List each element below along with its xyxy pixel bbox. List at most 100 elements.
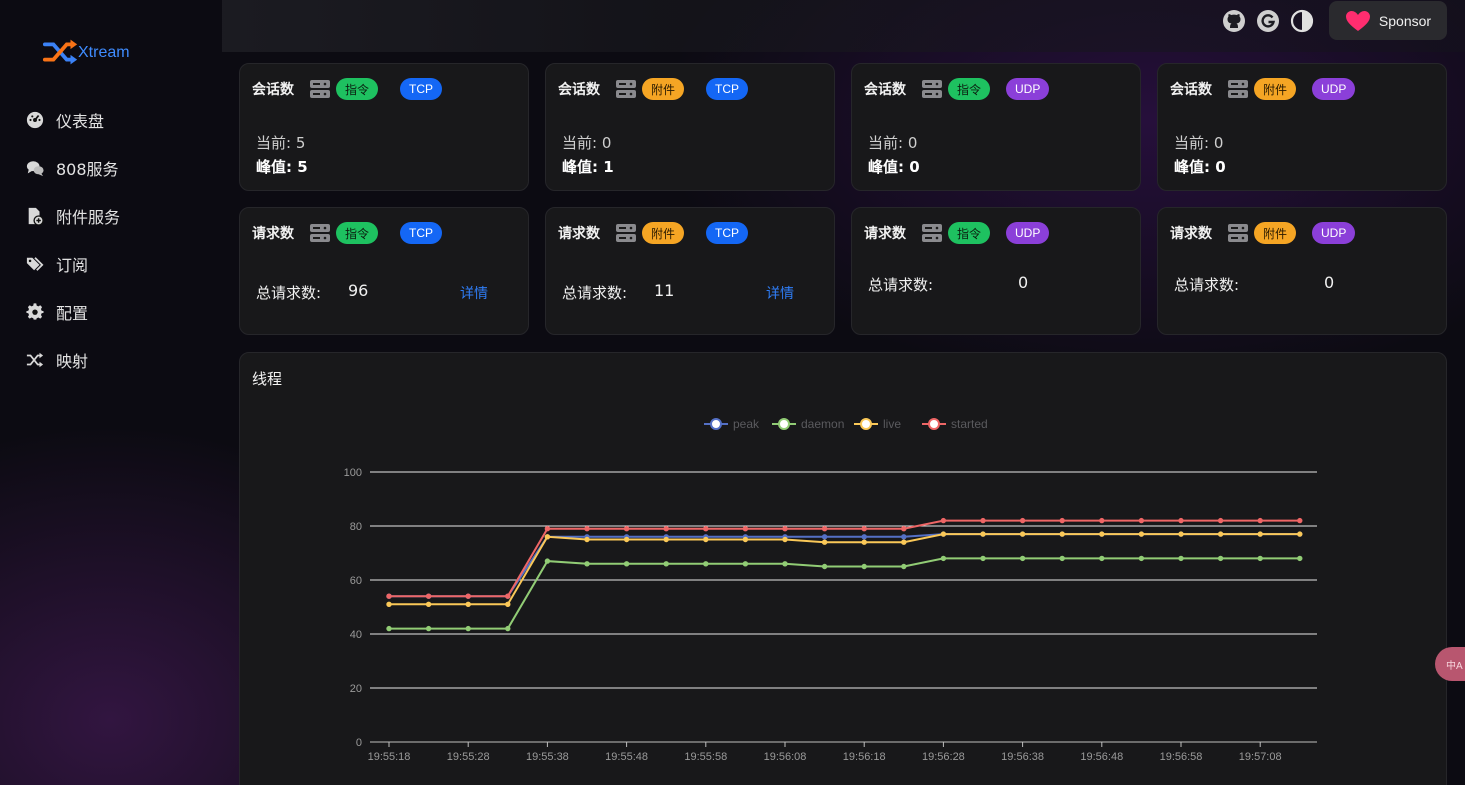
sidebar-item-label: 映射: [56, 352, 89, 371]
data-point-started: [386, 593, 392, 599]
current-sessions: 当前: 0: [1174, 134, 1224, 152]
data-point-live: [1099, 531, 1105, 537]
data-point-started: [1059, 517, 1065, 524]
translate-label: 中A: [1446, 660, 1463, 672]
data-point-started: [544, 526, 551, 532]
sponsor-button[interactable]: Sponsor: [1329, 1, 1447, 40]
y-tick-label: 60: [350, 575, 362, 587]
data-point-started: [1257, 517, 1263, 524]
data-point-live: [940, 531, 947, 537]
data-point-started: [901, 526, 907, 532]
session-card: 会话数 附件 TCP 当前: 0 峰值: 1: [545, 63, 835, 191]
theme-toggle-icon[interactable]: [1289, 8, 1315, 34]
card-title: 请求数: [558, 226, 600, 242]
card-header: 请求数 附件 TCP: [558, 222, 749, 244]
data-point-live: [425, 601, 432, 608]
x-tick-label: 19:56:38: [1001, 751, 1044, 763]
card-title: 请求数: [1170, 226, 1212, 242]
sidebar-item-label: 附件服务: [56, 208, 121, 227]
data-point-started: [1178, 517, 1184, 524]
chat-icon: [26, 159, 44, 177]
sidebar-item-808-service[interactable]: 808服务: [0, 144, 222, 192]
data-point-started: [505, 593, 511, 599]
type-badge: 附件: [642, 78, 685, 100]
sidebar: Xtream 仪表盘 808服务 附件服务 订阅 配置 映射: [0, 0, 222, 785]
data-point-daemon: [980, 555, 986, 562]
sidebar-nav: 仪表盘 808服务 附件服务 订阅 配置 映射: [0, 96, 222, 384]
sponsor-label: Sponsor: [1378, 12, 1432, 29]
x-tick-label: 19:57:08: [1239, 751, 1282, 763]
total-requests-label: 总请求数:: [256, 284, 322, 302]
data-point-started: [1138, 517, 1145, 524]
data-point-live: [980, 531, 986, 537]
data-point-daemon: [386, 625, 392, 632]
thread-chart-card: 线程 0 20 40 60 80 100 19:55:18 19:55:28 19:55:38 1…: [239, 352, 1447, 785]
top-bar: Sponsor: [222, 0, 1465, 52]
server-icon: [310, 224, 330, 242]
type-badge: 指令: [336, 78, 379, 100]
legend-swatch-dot: [710, 418, 722, 430]
data-point-daemon: [821, 563, 828, 570]
data-point-live: [1059, 531, 1065, 537]
peak-sessions: 峰值: 1: [562, 158, 614, 176]
sidebar-item-dashboard[interactable]: 仪表盘: [0, 96, 222, 144]
g-circle-icon[interactable]: [1255, 8, 1281, 34]
session-card: 会话数 指令 TCP 当前: 5 峰值: 5: [239, 63, 529, 191]
type-badge: 指令: [948, 222, 991, 244]
server-icon: [922, 80, 942, 98]
server-icon: [922, 224, 942, 242]
details-link[interactable]: 详情: [766, 283, 794, 303]
details-link[interactable]: 详情: [460, 283, 488, 303]
data-point-started: [821, 526, 828, 532]
translate-float-button[interactable]: 中A: [1435, 647, 1465, 681]
dashboard-icon: [26, 111, 44, 129]
legend-label: daemon: [801, 417, 844, 431]
sidebar-item-attachment-service[interactable]: 附件服务: [0, 192, 222, 240]
session-stats: 当前: 0 峰值: 0: [868, 131, 920, 179]
data-point-daemon: [1178, 555, 1184, 562]
server-icon: [1228, 80, 1248, 98]
server-icon: [616, 224, 636, 242]
server-icon: [310, 80, 330, 98]
y-tick-label: 80: [350, 521, 362, 533]
x-tick-label: 19:56:18: [843, 751, 886, 763]
request-card: 请求数 指令 TCP 总请求数: 96 详情: [239, 207, 529, 335]
data-point-daemon: [544, 558, 551, 564]
peak-sessions: 峰值: 5: [256, 158, 308, 176]
data-point-peak: [821, 534, 828, 540]
data-point-live: [465, 601, 471, 608]
sidebar-item-subscribe[interactable]: 订阅: [0, 240, 222, 288]
data-point-daemon: [901, 563, 907, 570]
protocol-badge: TCP: [400, 78, 443, 100]
data-point-started: [1297, 517, 1303, 524]
card-header: 会话数 指令 UDP: [864, 78, 1050, 100]
data-point-live: [1217, 531, 1224, 537]
x-tick-label: 19:56:58: [1160, 751, 1203, 763]
data-point-started: [861, 526, 867, 532]
github-icon[interactable]: [1221, 8, 1247, 34]
data-point-live: [703, 536, 709, 543]
app-logo[interactable]: Xtream: [42, 36, 130, 68]
session-stats: 当前: 5 峰值: 5: [256, 131, 308, 179]
sidebar-item-label: 808服务: [56, 160, 119, 179]
data-point-live: [1297, 531, 1303, 537]
x-tick-label: 19:55:28: [447, 751, 490, 763]
legend-swatch-dot: [778, 418, 790, 430]
legend-label: live: [883, 417, 901, 431]
x-tick-label: 19:56:08: [764, 751, 807, 763]
data-point-daemon: [861, 563, 867, 570]
data-point-live: [386, 601, 392, 608]
sidebar-item-label: 订阅: [56, 256, 89, 275]
type-badge: 指令: [948, 78, 991, 100]
card-header: 会话数 指令 TCP: [252, 78, 443, 100]
request-card: 请求数 指令 UDP 总请求数: 0: [851, 207, 1141, 335]
data-point-daemon: [1099, 555, 1105, 562]
protocol-badge: UDP: [1312, 222, 1356, 244]
card-header: 会话数 附件 UDP: [1170, 78, 1356, 100]
peak-sessions: 峰值: 0: [868, 158, 920, 176]
sidebar-item-mapping[interactable]: 映射: [0, 336, 222, 384]
data-point-live: [1138, 531, 1145, 537]
y-tick-label: 100: [344, 467, 362, 479]
sidebar-item-label: 仪表盘: [56, 112, 105, 131]
sidebar-item-config[interactable]: 配置: [0, 288, 222, 336]
